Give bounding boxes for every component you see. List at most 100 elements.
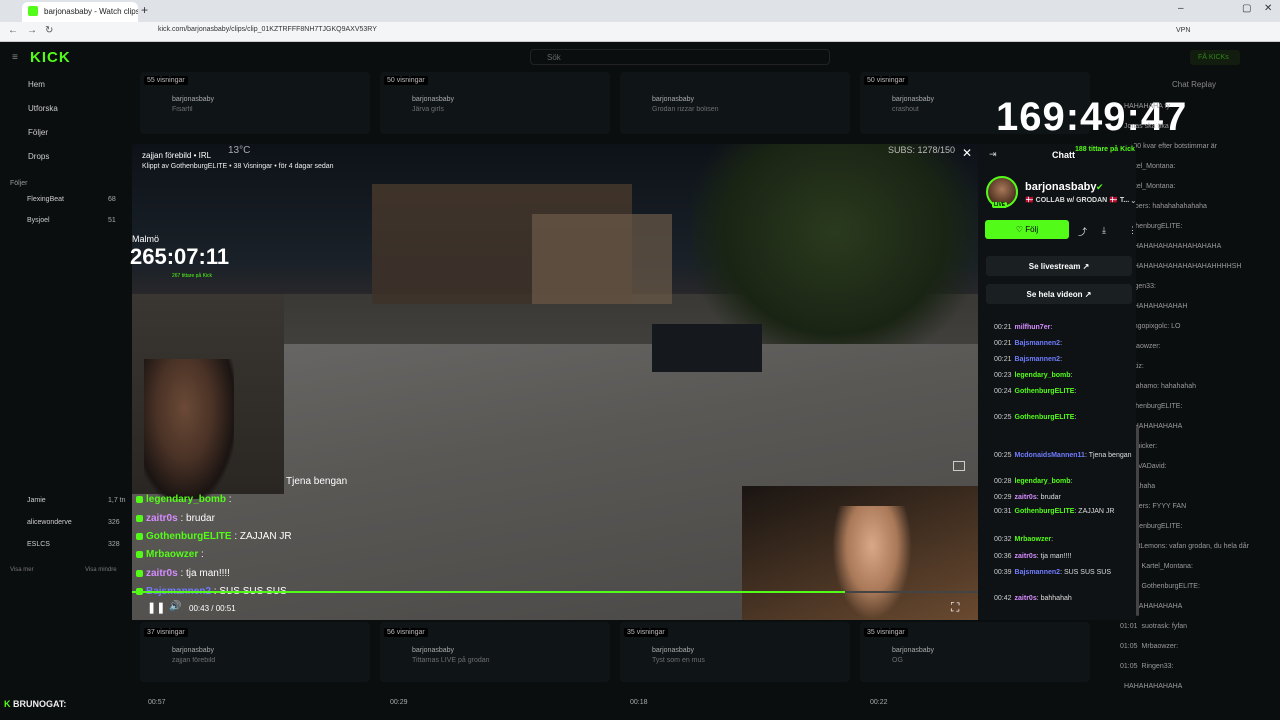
maximize-icon[interactable]: ▢ (1242, 3, 1251, 14)
replay-text: NightLemons: vafan grodan, du hela dår (1124, 543, 1249, 550)
chat-username: zaitr0s (146, 568, 178, 579)
chat-scrollbar[interactable] (1136, 426, 1139, 616)
volume-icon[interactable]: 🔊 (169, 601, 181, 612)
back-icon[interactable]: ← (8, 25, 18, 36)
subs-overlay: SUBS: 1278/150 (888, 145, 956, 155)
chat-text: : brudar (1036, 494, 1061, 501)
kick-badge-icon (136, 550, 143, 558)
chevron-down-icon[interactable]: ⌄ (1130, 196, 1137, 205)
chat-username: Mrbaowzer (146, 549, 199, 560)
chat-label: Chatt (1052, 150, 1075, 160)
replay-line: 01:05 Ringen33: (1120, 663, 1173, 670)
search-input[interactable]: Sök (530, 49, 830, 65)
chat-text: : tja man!!!! (1036, 553, 1072, 560)
recommended-channel[interactable]: alicewonderve (27, 519, 72, 526)
card-channel: barjonasbaby (652, 647, 695, 654)
clip-byline: Klippt av GothenburgELITE • 38 Visningar… (142, 163, 334, 170)
card-title: Fisarfil (172, 106, 193, 113)
chat-username[interactable]: legendary_bomb (1015, 478, 1071, 485)
chat-time: 00:28 (994, 478, 1012, 485)
chat-username[interactable]: GothenburgELITE (1015, 414, 1075, 421)
heart-icon: ♡ (1015, 225, 1026, 234)
chat-username[interactable]: zaitr0s (1015, 553, 1037, 560)
recommended-channel[interactable]: ESLCS (27, 541, 50, 548)
show-more-link[interactable]: Visa mer (10, 567, 34, 573)
close-icon[interactable]: ✕ (962, 146, 972, 160)
get-kicks-button[interactable]: FÅ KICKs (1190, 50, 1240, 65)
chat-time: 00:21 (994, 356, 1012, 363)
chat-username[interactable]: Bajsmannen2 (1015, 569, 1061, 576)
replay-text: Jonas ska öka (1124, 123, 1169, 130)
menu-icon[interactable]: ≡ (12, 52, 18, 63)
clip-card[interactable] (620, 72, 850, 134)
chat-separator: : (226, 494, 232, 505)
chat-username[interactable]: Bajsmannen2 (1015, 340, 1061, 347)
chat-message: 00:32 Mrbaowzer: (994, 536, 1132, 544)
watch-full-video-button[interactable]: Se hela videon ↗ (986, 284, 1132, 304)
card-title: Tittarnas LIVE på grodan (412, 657, 490, 664)
share-icon[interactable]: ⤴ (1078, 225, 1087, 238)
picture-in-picture-icon[interactable] (953, 461, 965, 471)
replay-line: HAHAHAHAHAHAHAHAHAHHHHSH (1120, 263, 1241, 270)
chat-separator: : (231, 531, 240, 542)
replay-text: HAHAHAHAHAHAHAHAHAHA (1124, 243, 1222, 250)
vpn-badge[interactable]: VPN (1176, 27, 1190, 34)
replay-text: GothenburgELITE: (1141, 583, 1200, 590)
followed-channel[interactable]: Bysjoel (27, 217, 50, 224)
viewer-count: 326 (108, 519, 120, 526)
chat-username[interactable]: GothenburgELITE (1015, 508, 1075, 515)
chat-username[interactable]: legendary_bomb (1015, 372, 1071, 379)
replay-time: 01:01 (1120, 623, 1138, 630)
external-link-icon: ↗ (1084, 290, 1092, 299)
chat-username[interactable]: McdonaidsMannen11 (1015, 452, 1085, 459)
chat-text: : bahhahah (1036, 595, 1072, 602)
collapse-chat-icon[interactable]: ⇥ (989, 149, 997, 160)
replay-text: Kartel_Montana: (1141, 563, 1193, 570)
recommended-channel[interactable]: Jamie (27, 497, 46, 504)
overlay-chat-message: zaitr0s : brudar (136, 513, 215, 524)
followed-channel[interactable]: FlexingBeat (27, 196, 64, 203)
show-less-link[interactable]: Visa mindre (85, 567, 117, 573)
clip-video[interactable] (132, 144, 978, 620)
kick-logo[interactable]: KICK (30, 49, 71, 66)
chat-time: 00:32 (994, 536, 1012, 543)
nav-following[interactable]: Följer (28, 128, 48, 137)
nav-drops[interactable]: Drops (28, 152, 49, 161)
chat-username[interactable]: milfhun7er (1015, 324, 1051, 331)
channel-name[interactable]: barjonasbaby (1025, 181, 1097, 193)
kick-badge-icon (136, 495, 143, 503)
chat-time: 00:25 (994, 414, 1012, 421)
follow-button[interactable]: ♡ Följ (985, 220, 1069, 239)
views-tag: 37 visningar (144, 628, 188, 637)
video-building (532, 214, 672, 304)
new-tab-icon[interactable]: + (141, 3, 148, 17)
chat-text: : SUS SUS SUS (1060, 569, 1112, 576)
chat-username[interactable]: zaitr0s (1015, 494, 1037, 501)
chat-text: : (1070, 478, 1073, 485)
reload-icon[interactable]: ↻ (45, 25, 53, 36)
chat-username[interactable]: GothenburgELITE (1015, 388, 1075, 395)
minimize-icon[interactable]: – (1178, 3, 1184, 14)
more-icon[interactable]: ⋮ (1128, 225, 1137, 236)
forward-icon[interactable]: → (27, 25, 37, 36)
chat-username[interactable]: Mrbaowzer (1015, 536, 1052, 543)
chat-username[interactable]: Bajsmannen2 (1015, 356, 1061, 363)
card-channel: barjonasbaby (412, 647, 455, 654)
fullscreen-icon[interactable]: ⛶ (951, 600, 959, 615)
nav-home[interactable]: Hem (28, 80, 45, 89)
url-field[interactable]: kick.com/barjonasbaby/clips/clip_01KZTRF… (158, 26, 377, 33)
card-title: crashout (892, 106, 919, 113)
close-window-icon[interactable]: ✕ (1264, 3, 1272, 14)
pause-icon[interactable]: ❚❚ (147, 601, 165, 614)
download-icon[interactable]: ⤓ (1102, 225, 1106, 236)
nav-explore[interactable]: Utforska (28, 104, 58, 113)
overlay-chat-message: zaitr0s : tja man!!!! (136, 568, 230, 579)
stream-clock: 169:49:47 (996, 95, 1188, 139)
card-channel: barjonasbaby (892, 96, 935, 103)
browser-tab[interactable]: barjonasbaby - Watch clips (22, 2, 138, 22)
card-channel: barjonasbaby (652, 96, 695, 103)
chat-username[interactable]: zaitr0s (1015, 595, 1037, 602)
watch-livestream-button[interactable]: Se livestream ↗ (986, 256, 1132, 276)
stream-timer-sub: 267 tittare på Kick (172, 273, 213, 279)
card-channel: barjonasbaby (172, 647, 215, 654)
